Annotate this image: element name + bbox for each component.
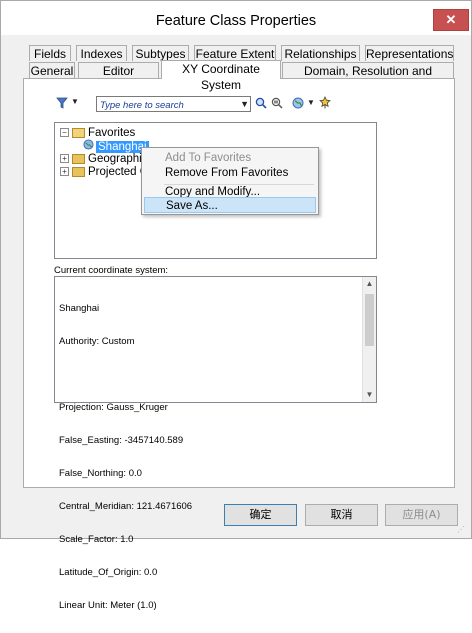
scrollbar-thumb[interactable]	[365, 294, 374, 346]
menu-item-save-as[interactable]: Save As...	[144, 197, 316, 213]
tree-item-geographic[interactable]: + Geographic	[60, 152, 147, 166]
menu-item-remove-from-favorites[interactable]: Remove From Favorites	[144, 165, 316, 181]
detail-line: Shanghai	[59, 303, 100, 314]
tab-subtypes[interactable]: Subtypes	[132, 45, 189, 61]
search-input[interactable]	[97, 99, 235, 112]
tab-xy-coordinate-system[interactable]: XY Coordinate System	[161, 60, 281, 92]
dialog-window: Feature Class Properties ✕ Fields Indexe…	[0, 0, 472, 611]
menu-item-add-to-favorites[interactable]: Add To Favorites	[144, 150, 316, 166]
tree-item-shanghai[interactable]: Shanghai	[83, 139, 149, 153]
close-button[interactable]: ✕	[433, 9, 469, 31]
detail-line: Central_Meridian: 121.4671606	[59, 501, 193, 512]
tab-domain-resolution-tolerance[interactable]: Domain, Resolution and Tolerance	[282, 62, 454, 94]
tab-feature-extent[interactable]: Feature Extent	[194, 45, 276, 61]
search-combobox[interactable]: ▼	[96, 96, 251, 112]
resize-grip-icon[interactable]: ⋰	[457, 525, 465, 534]
folder-icon	[72, 153, 85, 164]
detail-line: Linear Unit: Meter (1.0)	[59, 600, 157, 611]
scroll-down-icon[interactable]: ▼	[363, 388, 376, 402]
tree-item-label: Geographic	[88, 153, 148, 165]
tab-indexes[interactable]: Indexes	[76, 45, 127, 61]
tree-item-label: Projected C	[88, 166, 149, 178]
cancel-button[interactable]: 取消	[305, 504, 378, 526]
apply-button[interactable]: 应用(A)	[385, 504, 458, 526]
tab-representations[interactable]: Representations	[365, 45, 454, 61]
detail-line	[59, 369, 192, 380]
title-bar[interactable]: Feature Class Properties ✕	[1, 1, 471, 35]
tab-general[interactable]: General	[29, 62, 75, 78]
tree-item-label: Favorites	[88, 127, 136, 139]
coordinate-details-box[interactable]: Shanghai Authority: Custom Projection: G…	[54, 276, 377, 611]
chevron-down-icon[interactable]: ▼	[240, 97, 249, 111]
expand-icon[interactable]: +	[60, 154, 69, 164]
tab-relationships[interactable]: Relationships	[281, 45, 360, 61]
favorite-star-icon[interactable]	[319, 96, 331, 112]
expand-icon[interactable]: +	[60, 167, 69, 177]
scroll-up-icon[interactable]: ▲	[363, 277, 376, 291]
tab-editor-tracking[interactable]: Editor Tracking	[78, 62, 159, 94]
folder-icon	[72, 166, 85, 177]
detail-line: Latitude_Of_Origin: 0.0	[59, 567, 158, 578]
ok-button[interactable]: 确定	[224, 504, 297, 526]
coordinate-details-text: Shanghai Authority: Custom Projection: G…	[59, 281, 192, 633]
vertical-scrollbar[interactable]: ▲ ▼	[362, 277, 376, 402]
tree-item-favorites[interactable]: − Favorites	[60, 126, 135, 140]
detail-line: Authority: Custom	[59, 336, 135, 347]
tree-item-projected[interactable]: + Projected C	[60, 165, 148, 179]
detail-line: Projection: Gauss_Kruger	[59, 402, 168, 413]
search-icon[interactable]	[255, 97, 267, 112]
dropdown-icon[interactable]: ▼	[307, 98, 315, 107]
search-options-icon[interactable]	[271, 97, 283, 112]
tab-fields[interactable]: Fields	[29, 45, 71, 61]
detail-line: Scale_Factor: 1.0	[59, 534, 134, 545]
collapse-icon[interactable]: −	[60, 128, 69, 138]
current-coordinate-system-label: Current coordinate system:	[54, 265, 169, 276]
open-folder-icon	[72, 127, 85, 138]
chevron-down-icon[interactable]: ▼	[71, 97, 79, 106]
globe-icon[interactable]	[292, 97, 304, 112]
context-menu: Add To Favorites Remove From Favorites C…	[141, 147, 319, 215]
detail-line: False_Northing: 0.0	[59, 468, 142, 479]
detail-line: False_Easting: -3457140.589	[59, 435, 184, 446]
filter-icon[interactable]	[56, 97, 68, 112]
window-title: Feature Class Properties	[155, 13, 317, 29]
